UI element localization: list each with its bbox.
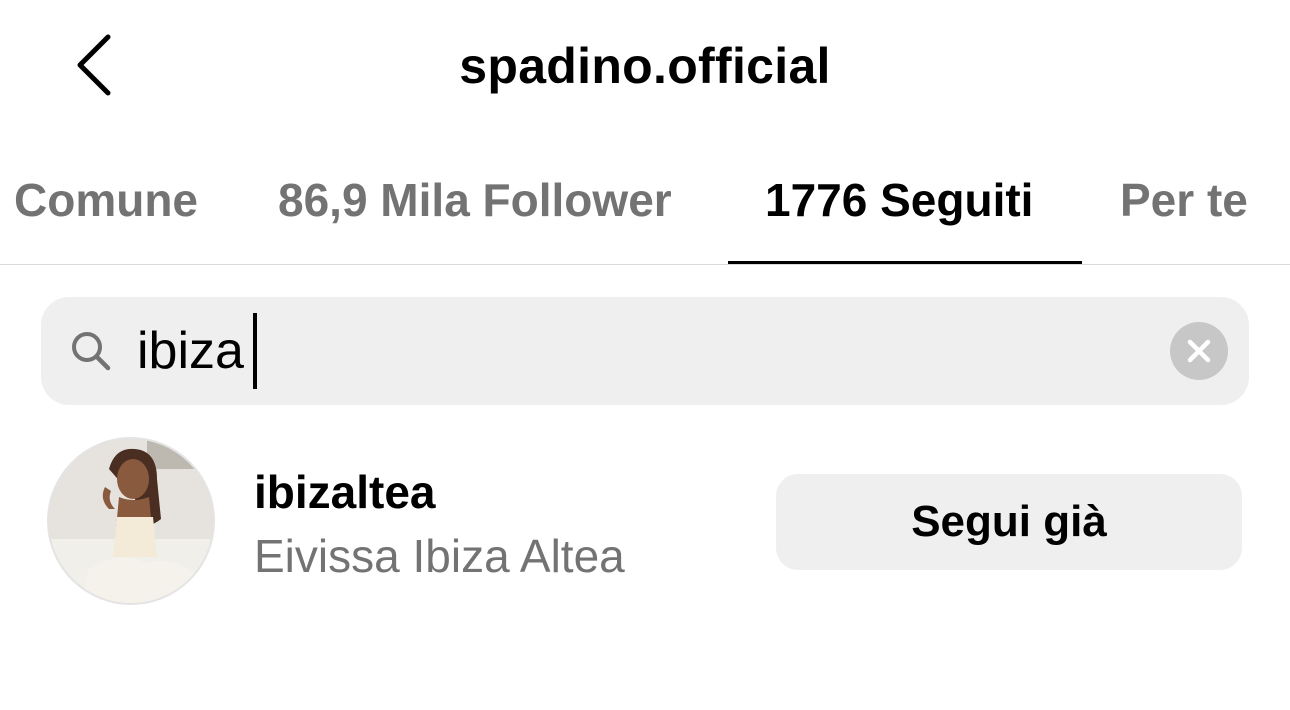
avatar-photo xyxy=(49,439,213,603)
tab-following[interactable]: 1776 Seguiti xyxy=(765,170,1033,230)
tab-comune[interactable]: Comune xyxy=(14,170,198,230)
list-item[interactable]: ibizaltea Eivissa Ibiza Altea Segui già xyxy=(0,420,1290,630)
tab-bar: Comune 86,9 Mila Follower 1776 Seguiti P… xyxy=(0,160,1290,265)
active-tab-indicator xyxy=(728,261,1082,264)
tab-per-te[interactable]: Per te xyxy=(1120,170,1248,230)
following-button[interactable]: Segui già xyxy=(776,474,1242,570)
clear-icon xyxy=(1187,339,1211,363)
result-full-name: Eivissa Ibiza Altea xyxy=(254,530,625,582)
search-icon xyxy=(72,332,111,371)
tab-followers[interactable]: 86,9 Mila Follower xyxy=(278,170,672,230)
text-cursor xyxy=(253,313,257,389)
clear-search-button[interactable] xyxy=(1170,322,1228,380)
header-bar: spadino.official xyxy=(0,0,1290,130)
page-title: spadino.official xyxy=(459,38,831,94)
search-bar[interactable] xyxy=(41,297,1249,405)
result-username[interactable]: ibizaltea xyxy=(254,464,436,520)
avatar[interactable] xyxy=(47,437,215,605)
search-input[interactable] xyxy=(137,315,1137,387)
